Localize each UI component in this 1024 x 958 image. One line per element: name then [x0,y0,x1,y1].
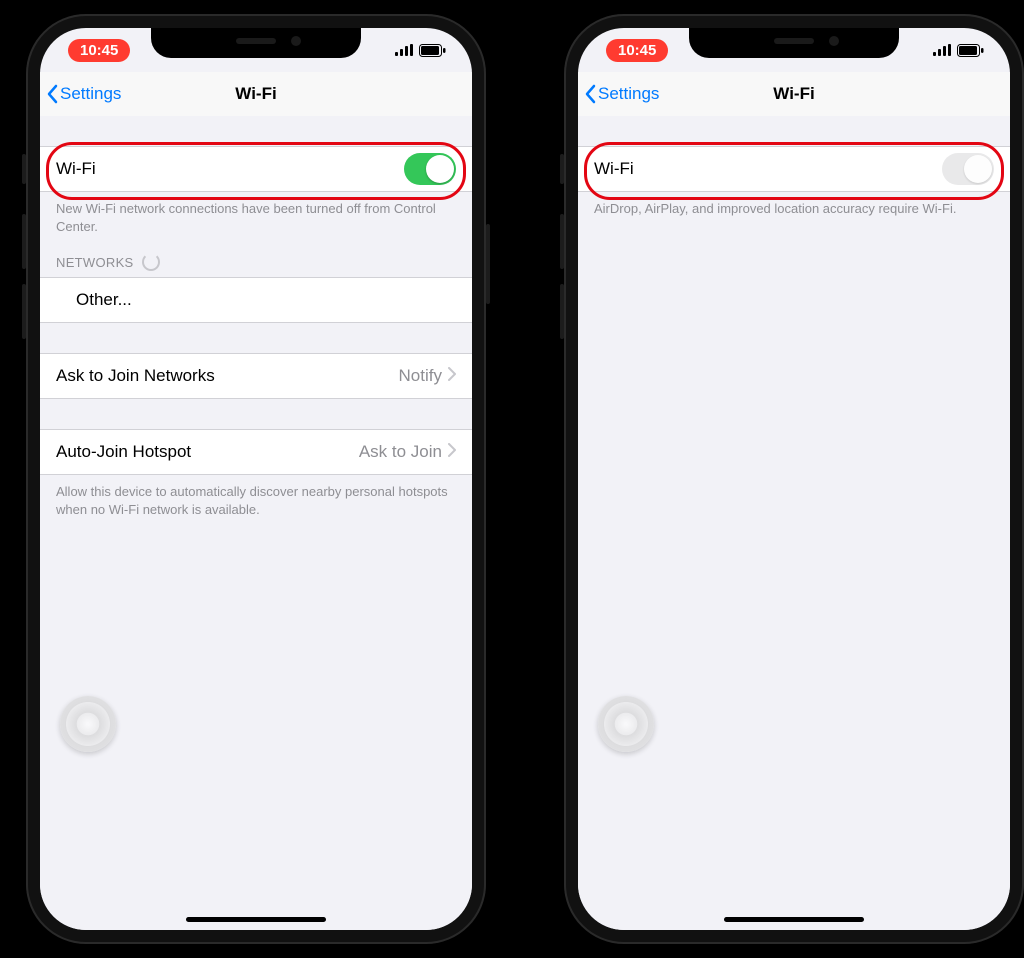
assistive-touch-button[interactable] [598,696,654,752]
wifi-note: New Wi-Fi network connections have been … [40,192,472,235]
back-button[interactable]: Settings [40,84,121,104]
nav-bar: Settings Wi-Fi [578,72,1010,117]
phone-frame-left: 10:45 Settings Wi-Fi [26,14,486,944]
wifi-toggle-row[interactable]: Wi-Fi [40,146,472,192]
ask-to-join-value: Notify [399,366,442,386]
nav-bar: Settings Wi-Fi [40,72,472,117]
notch [151,28,361,58]
battery-icon [957,44,984,57]
side-button [486,224,490,304]
wifi-toggle-label: Wi-Fi [56,159,96,179]
home-indicator[interactable] [186,917,326,922]
networks-header: NETWORKS [40,253,472,277]
volume-down-button [22,284,26,339]
ask-to-join-label: Ask to Join Networks [56,366,215,386]
cellular-signal-icon [395,44,413,56]
wifi-toggle-row[interactable]: Wi-Fi [578,146,1010,192]
battery-icon [419,44,446,57]
wifi-toggle[interactable] [942,153,994,185]
status-time-pill[interactable]: 10:45 [606,39,668,62]
wifi-toggle[interactable] [404,153,456,185]
ask-to-join-row[interactable]: Ask to Join Networks Notify [40,353,472,399]
chevron-left-icon [46,84,58,104]
other-network-label: Other... [76,290,132,310]
back-label: Settings [60,84,121,104]
screen-left: 10:45 Settings Wi-Fi [40,28,472,930]
chevron-right-icon [448,442,456,462]
mute-switch [560,154,564,184]
back-button[interactable]: Settings [578,84,659,104]
cellular-signal-icon [933,44,951,56]
auto-join-hotspot-row[interactable]: Auto-Join Hotspot Ask to Join [40,429,472,475]
notch [689,28,899,58]
other-network-row[interactable]: Other... [40,277,472,323]
volume-up-button [560,214,564,269]
volume-up-button [22,214,26,269]
home-indicator[interactable] [724,917,864,922]
chevron-left-icon [584,84,596,104]
auto-join-label: Auto-Join Hotspot [56,442,191,462]
content-left: Wi-Fi New Wi-Fi network connections have… [40,116,472,930]
volume-down-button [560,284,564,339]
wifi-toggle-label: Wi-Fi [594,159,634,179]
content-right: Wi-Fi AirDrop, AirPlay, and improved loc… [578,116,1010,930]
wifi-note: AirDrop, AirPlay, and improved location … [578,192,1010,218]
auto-join-footer: Allow this device to automatically disco… [40,475,472,518]
phone-frame-right: 10:45 Settings Wi-Fi [564,14,1024,944]
status-time-pill[interactable]: 10:45 [68,39,130,62]
auto-join-value: Ask to Join [359,442,442,462]
chevron-right-icon [448,366,456,386]
mute-switch [22,154,26,184]
screen-right: 10:45 Settings Wi-Fi [578,28,1010,930]
assistive-touch-button[interactable] [60,696,116,752]
back-label: Settings [598,84,659,104]
loading-spinner-icon [142,253,160,271]
